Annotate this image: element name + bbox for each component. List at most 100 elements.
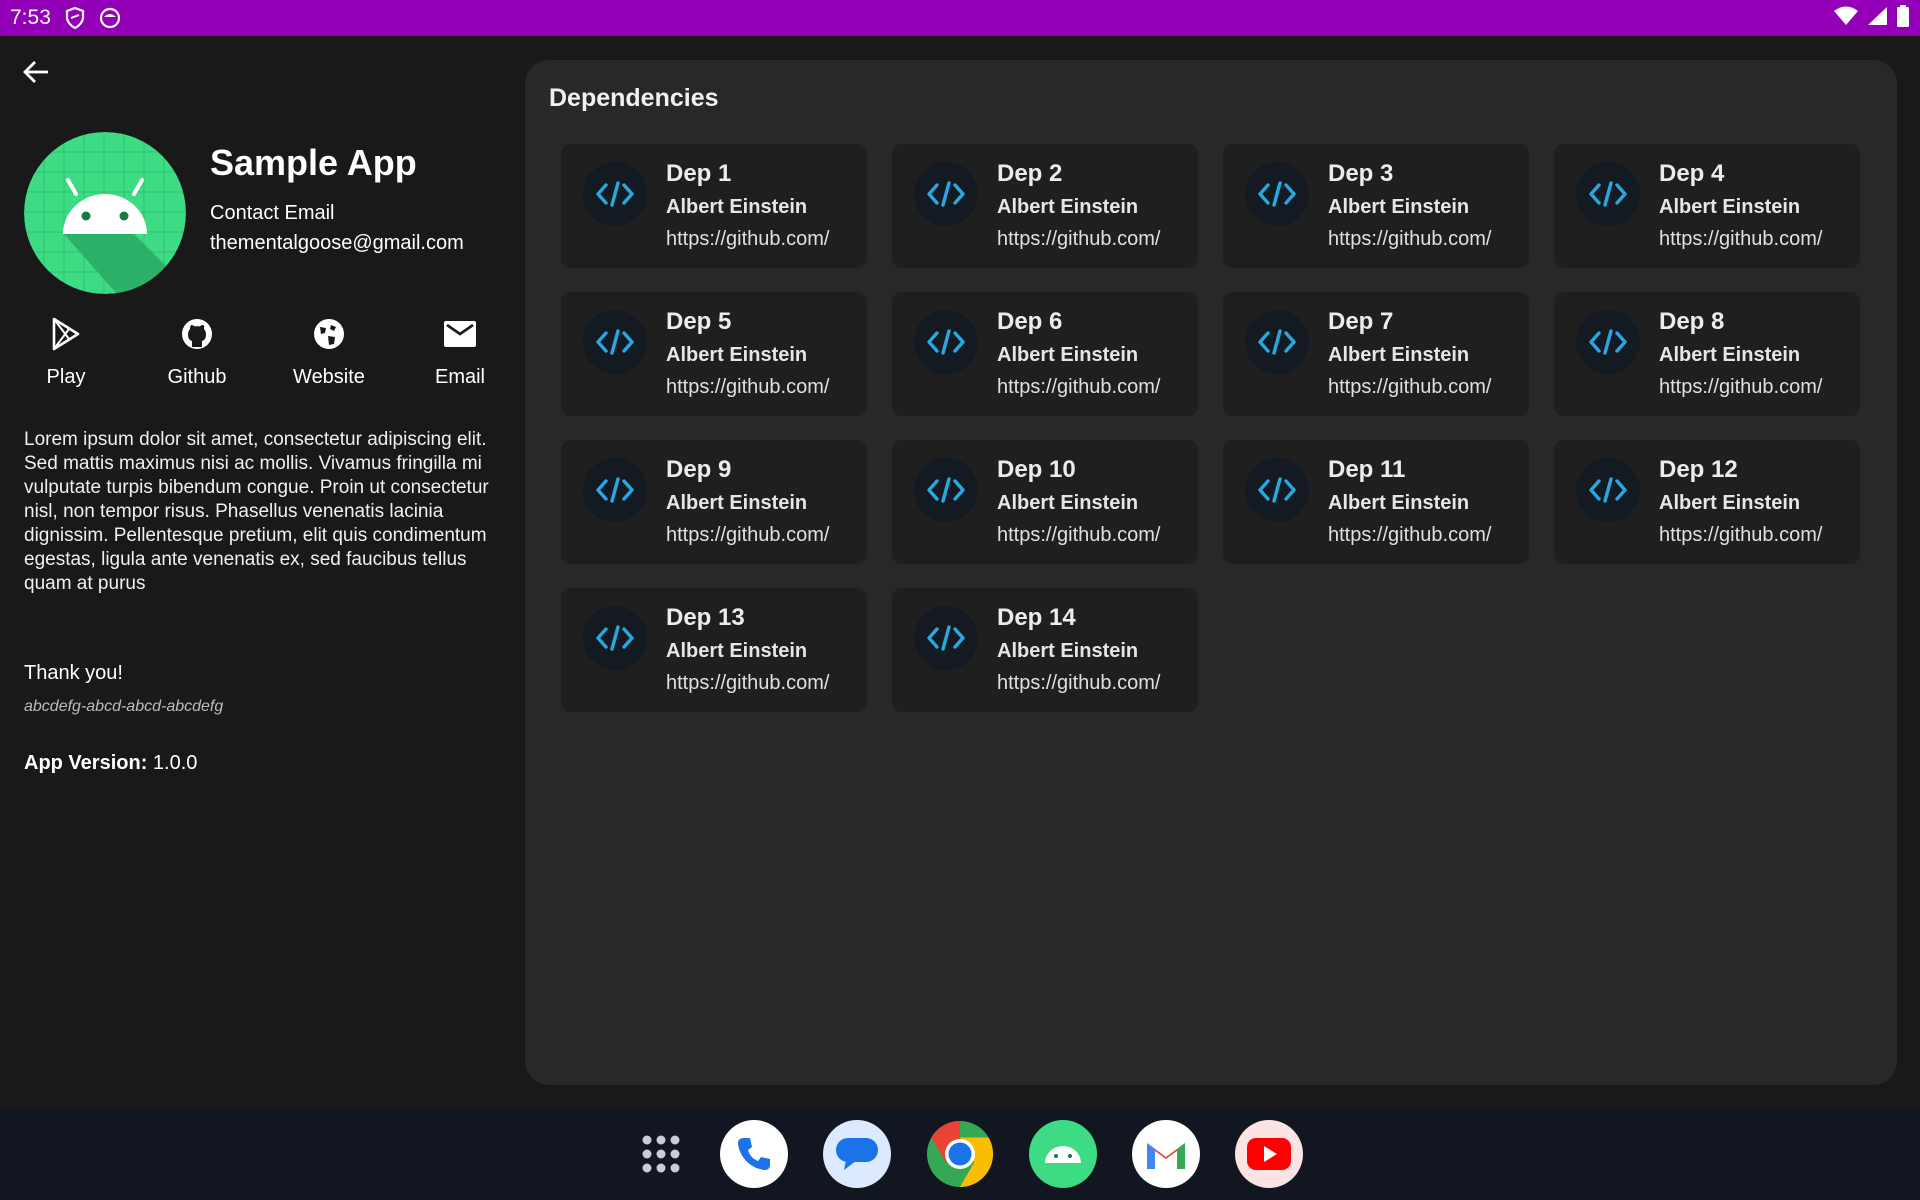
notification-app-icon: [99, 7, 121, 29]
links-row: Play Github Website Email: [0, 316, 525, 396]
dependency-card[interactable]: Dep 13 Albert Einstein https://github.com/: [561, 588, 867, 712]
github-link-button[interactable]: Github: [142, 316, 252, 389]
dependency-url[interactable]: https://github.com/: [997, 672, 1182, 695]
dependency-url[interactable]: https://github.com/: [1659, 376, 1844, 399]
dependency-url[interactable]: https://github.com/: [997, 228, 1182, 251]
battery-icon: [1896, 4, 1910, 32]
website-link-button[interactable]: Website: [274, 316, 384, 389]
dependency-author: Albert Einstein: [997, 640, 1139, 662]
dependency-card[interactable]: Dep 3 Albert Einstein https://github.com/: [1223, 144, 1529, 268]
code-icon: [1576, 162, 1640, 226]
dependencies-panel: Dependencies Dep 1 Albert Einstein https:/…: [525, 60, 1897, 1085]
dependency-author: Albert Einstein: [1659, 492, 1801, 514]
youtube-icon: [1247, 1138, 1291, 1170]
github-icon: [181, 316, 213, 352]
dependency-url[interactable]: https://github.com/: [1328, 524, 1513, 547]
dependency-card[interactable]: Dep 11 Albert Einstein https://github.com/: [1223, 440, 1529, 564]
dependency-url[interactable]: https://github.com/: [1659, 524, 1844, 547]
app-drawer-icon: [642, 1135, 680, 1173]
dependency-author: Albert Einstein: [666, 640, 808, 662]
dependency-card[interactable]: Dep 8 Albert Einstein https://github.com/: [1554, 292, 1860, 416]
messages-app-button[interactable]: [823, 1120, 891, 1188]
app-name: Sample App: [210, 142, 417, 183]
dependency-author: Albert Einstein: [1659, 344, 1801, 366]
dependency-url[interactable]: https://github.com/: [1659, 228, 1844, 251]
chrome-app-button[interactable]: [926, 1120, 994, 1188]
chrome-icon: [927, 1121, 994, 1187]
app-drawer-button[interactable]: [627, 1120, 695, 1188]
email-icon: [443, 316, 477, 352]
dependency-name: Dep 9: [666, 456, 732, 483]
dependencies-title: Dependencies: [549, 84, 719, 112]
code-icon: [1245, 162, 1309, 226]
dependency-author: Albert Einstein: [1328, 196, 1470, 218]
gmail-app-button[interactable]: [1132, 1120, 1200, 1188]
dependency-card[interactable]: Dep 7 Albert Einstein https://github.com/: [1223, 292, 1529, 416]
code-icon: [583, 162, 647, 226]
dependency-card[interactable]: Dep 1 Albert Einstein https://github.com/: [561, 144, 867, 268]
play-link-button[interactable]: Play: [11, 316, 121, 389]
email-link-label: Email: [434, 366, 485, 388]
code-icon: [914, 310, 978, 374]
dependency-author: Albert Einstein: [666, 196, 808, 218]
dependency-card[interactable]: Dep 9 Albert Einstein https://github.com/: [561, 440, 867, 564]
arrow-back-icon: [23, 61, 48, 83]
github-link-label: Github: [167, 366, 227, 388]
youtube-app-button[interactable]: [1235, 1120, 1303, 1188]
dependency-url[interactable]: https://github.com/: [997, 524, 1182, 547]
dependency-author: Albert Einstein: [1328, 492, 1470, 514]
dependency-name: Dep 8: [1659, 308, 1725, 335]
dependency-url[interactable]: https://github.com/: [666, 672, 851, 695]
dependency-author: Albert Einstein: [1659, 196, 1801, 218]
dependency-url[interactable]: https://github.com/: [1328, 376, 1513, 399]
app-logo: [24, 132, 186, 294]
status-time: 7:53: [10, 6, 51, 29]
dependency-name: Dep 1: [666, 160, 732, 187]
code-icon: [914, 606, 978, 670]
sample-app-button[interactable]: [1029, 1120, 1097, 1188]
dependency-name: Dep 3: [1328, 160, 1394, 187]
dependency-card[interactable]: Dep 10 Albert Einstein https://github.com/: [892, 440, 1198, 564]
dependency-name: Dep 4: [1659, 160, 1725, 187]
app-version-value: 1.0.0: [152, 752, 198, 774]
dependency-name: Dep 11: [1328, 456, 1406, 483]
app-description: Lorem ipsum dolor sit amet, consectetur …: [24, 429, 489, 594]
dependency-name: Dep 5: [666, 308, 732, 335]
code-icon: [1576, 310, 1640, 374]
messages-icon: [836, 1138, 878, 1170]
phone-app-button[interactable]: [720, 1120, 788, 1188]
dependency-card[interactable]: Dep 14 Albert Einstein https://github.com/: [892, 588, 1198, 712]
gmail-icon: [1147, 1143, 1185, 1169]
dependency-author: Albert Einstein: [666, 492, 808, 514]
app-version-label: App Version:: [24, 752, 148, 774]
dependency-card[interactable]: Dep 5 Albert Einstein https://github.com/: [561, 292, 867, 416]
dependency-card[interactable]: Dep 2 Albert Einstein https://github.com/: [892, 144, 1198, 268]
play-link-label: Play: [46, 366, 86, 388]
globe-icon: [313, 316, 345, 352]
app-version: App Version: 1.0.0: [24, 752, 197, 775]
dependency-url[interactable]: https://github.com/: [997, 376, 1182, 399]
cell-signal-icon: [1866, 6, 1888, 31]
website-link-label: Website: [293, 366, 365, 388]
dependency-url[interactable]: https://github.com/: [1328, 228, 1513, 251]
thanks-text: Thank you!: [24, 662, 123, 684]
dependency-card[interactable]: Dep 6 Albert Einstein https://github.com/: [892, 292, 1198, 416]
dependency-name: Dep 12: [1659, 456, 1738, 483]
contact-email-label: Contact Email: [210, 202, 335, 224]
email-link-button[interactable]: Email: [405, 316, 515, 389]
phone-icon: [738, 1138, 770, 1170]
wifi-icon: [1834, 6, 1858, 31]
dependency-card[interactable]: Dep 4 Albert Einstein https://github.com/: [1554, 144, 1860, 268]
dependency-name: Dep 2: [997, 160, 1063, 187]
code-icon: [914, 458, 978, 522]
back-button[interactable]: [18, 54, 54, 90]
dependency-url[interactable]: https://github.com/: [666, 376, 851, 399]
vpn-shield-icon: [65, 7, 85, 29]
dependency-card[interactable]: Dep 12 Albert Einstein https://github.com/: [1554, 440, 1860, 564]
dependency-url[interactable]: https://github.com/: [666, 228, 851, 251]
code-icon: [1245, 310, 1309, 374]
status-bar: 7:53: [0, 0, 1920, 36]
code-icon: [583, 458, 647, 522]
dependency-url[interactable]: https://github.com/: [666, 524, 851, 547]
play-store-icon: [51, 316, 81, 352]
